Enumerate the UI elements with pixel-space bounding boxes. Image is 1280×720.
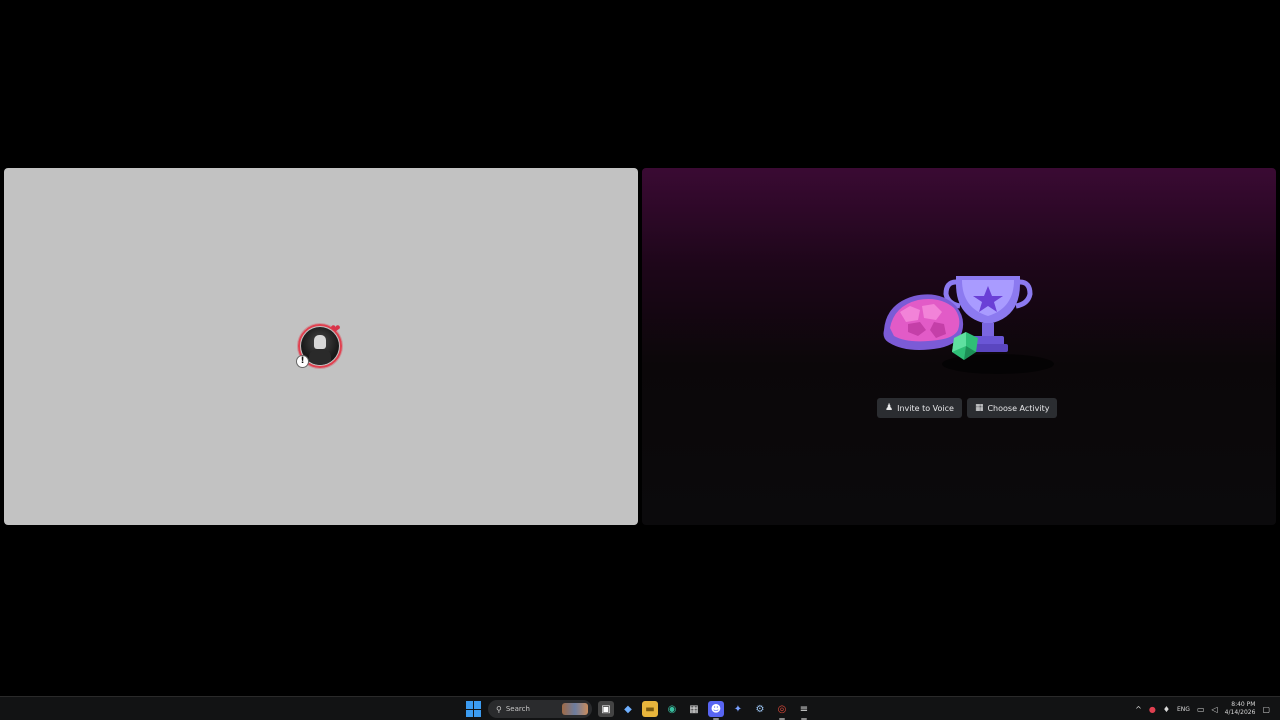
chrome-icon[interactable]: ◎ bbox=[774, 701, 790, 720]
heart-icon: ❤ bbox=[330, 322, 341, 336]
store-icon[interactable]: ▦ bbox=[686, 701, 702, 717]
grid-icon: ▦ bbox=[974, 403, 984, 413]
activity-button-row: ♟ Invite to Voice ▦ Choose Activity bbox=[877, 398, 1058, 418]
start-button[interactable] bbox=[466, 701, 482, 717]
tray-app-icon[interactable]: ● bbox=[1149, 705, 1156, 714]
clock[interactable]: 8:40 PM 4/14/2026 bbox=[1225, 701, 1256, 717]
person-add-icon: ♟ bbox=[885, 403, 894, 413]
app-icon[interactable]: ✦ bbox=[730, 701, 746, 717]
file-explorer-icon[interactable]: ▬ bbox=[642, 701, 658, 717]
avatar-body bbox=[309, 349, 331, 365]
activity-trophy-illustration bbox=[883, 276, 1054, 374]
chevron-up-icon[interactable]: ^ bbox=[1135, 705, 1142, 714]
task-view-icon[interactable]: ▣ bbox=[598, 701, 614, 717]
discord-icon[interactable]: ☻ bbox=[708, 701, 724, 720]
steam-icon[interactable]: ⚙ bbox=[752, 701, 768, 717]
desktop-stage: ❤ ! ♟ Invite to Voice ▦ Choose Activity bbox=[0, 0, 1280, 696]
participant-avatar[interactable]: ❤ ! bbox=[296, 323, 346, 369]
avatar-face bbox=[314, 335, 326, 349]
volume-icon[interactable]: ◁ bbox=[1212, 705, 1218, 714]
invite-to-voice-label: Invite to Voice bbox=[897, 403, 954, 413]
network-icon[interactable]: ▭ bbox=[1197, 705, 1205, 714]
notification-icon[interactable]: ▢ bbox=[1262, 705, 1270, 714]
activity-tile: ♟ Invite to Voice ▦ Choose Activity bbox=[642, 168, 1276, 525]
microphone-icon[interactable]: ♦ bbox=[1163, 705, 1170, 714]
taskbar: ⚲ Search ▣ ◆ ▬ ◉ ▦ ☻ ✦ ⚙ ◎ ≡ ^ ● ♦ ENG ▭… bbox=[0, 696, 1280, 720]
taskbar-search[interactable]: ⚲ Search bbox=[488, 700, 592, 718]
app-active-icon[interactable]: ≡ bbox=[796, 701, 812, 720]
edge-browser-icon[interactable]: ◉ bbox=[664, 701, 680, 717]
language-indicator[interactable]: ENG bbox=[1177, 706, 1190, 713]
choose-activity-label: Choose Activity bbox=[987, 403, 1050, 413]
mic-icon: ! bbox=[296, 355, 309, 368]
search-placeholder: Search bbox=[505, 705, 530, 713]
search-highlight-icon bbox=[562, 703, 588, 715]
clock-time: 8:40 PM bbox=[1231, 701, 1256, 708]
copilot-icon[interactable]: ◆ bbox=[620, 701, 636, 717]
system-tray: ^ ● ♦ ENG ▭ ◁ 8:40 PM 4/14/2026 ▢ bbox=[1135, 699, 1270, 719]
search-icon: ⚲ bbox=[496, 704, 502, 714]
taskbar-center: ⚲ Search ▣ ◆ ▬ ◉ ▦ ☻ ✦ ⚙ ◎ ≡ bbox=[466, 699, 812, 720]
invite-to-voice-button[interactable]: ♟ Invite to Voice bbox=[877, 398, 962, 418]
choose-activity-button[interactable]: ▦ Choose Activity bbox=[966, 398, 1058, 418]
clock-date: 4/14/2026 bbox=[1224, 709, 1256, 716]
